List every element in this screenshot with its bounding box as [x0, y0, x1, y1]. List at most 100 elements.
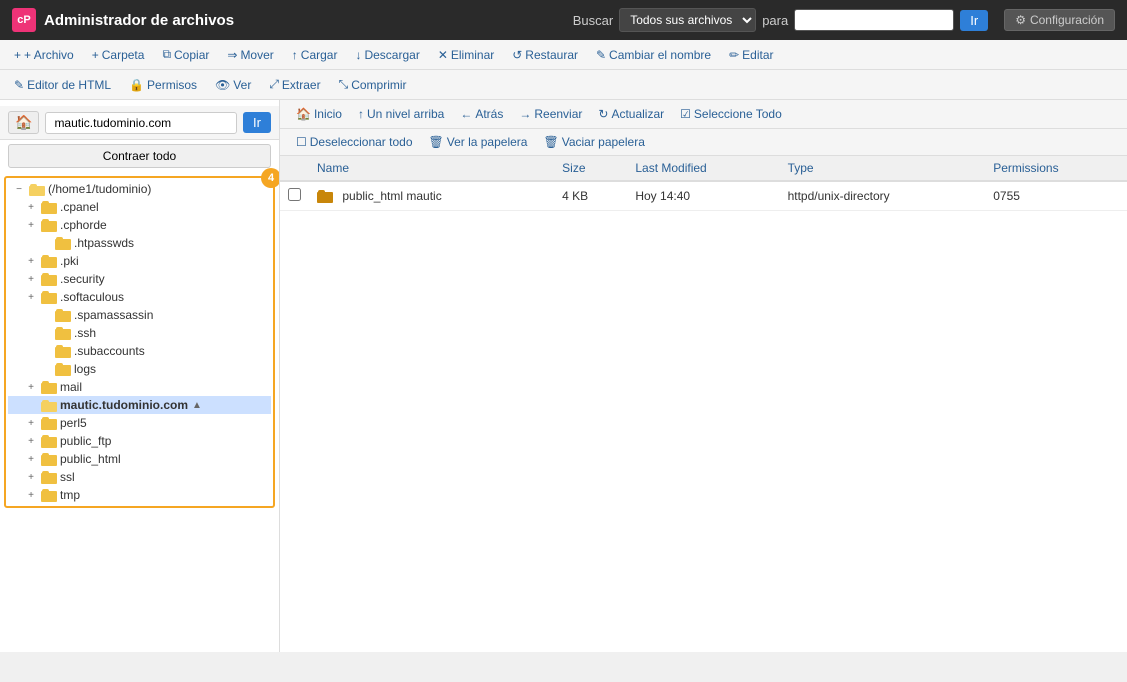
edit-icon: ✏: [729, 48, 739, 62]
folder-icon-tmp: [41, 489, 57, 502]
restaurar-button[interactable]: ↺ Restaurar: [506, 45, 584, 65]
toggle-perl5: +: [24, 418, 38, 429]
col-size[interactable]: Size: [554, 156, 627, 181]
toggle-pki: +: [24, 256, 38, 267]
file-table: Name Size Last Modified Type Permissions…: [280, 156, 1127, 211]
reenviar-button[interactable]: → Reenviar: [513, 105, 588, 123]
badge: 4: [261, 168, 280, 188]
ver-papelera-label: Ver la papelera: [447, 135, 528, 149]
tree-item-cphorde[interactable]: + .cphorde: [8, 216, 271, 234]
mover-button[interactable]: ⇒ Mover: [221, 45, 279, 65]
config-button[interactable]: ⚙ Configuración: [1004, 9, 1115, 31]
col-checkbox: [280, 156, 309, 181]
descargar-button[interactable]: ↓ Descargar: [349, 45, 425, 65]
tree-item-cpanel[interactable]: + .cpanel: [8, 198, 271, 216]
row-last-modified: Hoy 14:40: [627, 181, 779, 211]
cursor-indicator: ▲: [192, 400, 202, 411]
tree-item-logs[interactable]: logs: [8, 360, 271, 378]
tree-item-perl5[interactable]: + perl5: [8, 414, 271, 432]
extraer-button[interactable]: ⤢ Extraer: [263, 74, 326, 95]
path-go-button[interactable]: Ir: [243, 112, 271, 133]
seleccione-todo-button[interactable]: ☑ Seleccione Todo: [674, 105, 788, 123]
cambiar-nombre-label: Cambiar el nombre: [609, 48, 711, 62]
toggle-cpanel: +: [24, 202, 38, 213]
tree-item-security[interactable]: + .security: [8, 270, 271, 288]
search-input[interactable]: [794, 9, 954, 31]
archivo-button[interactable]: + + Archivo: [8, 45, 80, 65]
cp-logo: cP: [12, 8, 36, 32]
tree-item-spamassassin[interactable]: .spamassassin: [8, 306, 271, 324]
cargar-button[interactable]: ↑ Cargar: [286, 45, 344, 65]
toggle-softaculous: +: [24, 292, 38, 303]
comprimir-button[interactable]: ⤡ Comprimir: [333, 74, 413, 95]
config-label: Configuración: [1030, 13, 1104, 27]
plus-icon: +: [14, 48, 21, 62]
toolbar-row2: ✎ Editor de HTML 🔒 Permisos 👁 Ver ⤢ Extr…: [0, 70, 1127, 100]
compress-icon: ⤡: [339, 77, 349, 92]
mover-label: Mover: [240, 48, 273, 62]
search-go-button[interactable]: Ir: [960, 10, 988, 31]
tree-item-mail[interactable]: + mail: [8, 378, 271, 396]
collapse-all-button[interactable]: Contraer todo: [8, 144, 271, 168]
editar-button[interactable]: ✏ Editar: [723, 45, 779, 65]
folder-icon-security: [41, 273, 57, 286]
tree-item-ssh[interactable]: .ssh: [8, 324, 271, 342]
tree-item-mautic[interactable]: mautic.tudominio.com ▲: [8, 396, 271, 414]
un-nivel-arriba-button[interactable]: ↑ Un nivel arriba: [352, 105, 450, 123]
tree-root[interactable]: − (/home1/tudominio): [8, 180, 271, 198]
tree-item-ssl[interactable]: + ssl: [8, 468, 271, 486]
tree-item-tmp[interactable]: + tmp: [8, 486, 271, 504]
folder-icon-pki: [41, 255, 57, 268]
label-public-html: public_html: [60, 452, 121, 466]
row-checkbox-input[interactable]: [288, 188, 301, 201]
actualizar-button[interactable]: ↻ Actualizar: [592, 105, 670, 123]
tree-item-public-html[interactable]: + public_html: [8, 450, 271, 468]
descargar-label: Descargar: [364, 48, 419, 62]
eliminar-button[interactable]: ✕ Eliminar: [432, 45, 500, 65]
row-folder-icon: [317, 190, 333, 203]
inicio-button[interactable]: 🏠 Inicio: [290, 105, 348, 123]
restore-icon: ↺: [512, 48, 522, 62]
col-type[interactable]: Type: [780, 156, 986, 181]
folder-icon-ssl: [41, 471, 57, 484]
row-checkbox[interactable]: [280, 181, 309, 211]
folder-icon-logs: [55, 363, 71, 376]
carpeta-label: Carpeta: [102, 48, 145, 62]
copiar-button[interactable]: ⧉ Copiar: [156, 44, 215, 65]
cambiar-nombre-button[interactable]: ✎ Cambiar el nombre: [590, 45, 717, 65]
search-select[interactable]: Todos sus archivos: [619, 8, 756, 32]
table-header-row: Name Size Last Modified Type Permissions: [280, 156, 1127, 181]
table-row[interactable]: public_html mautic 4 KB Hoy 14:40 httpd/…: [280, 181, 1127, 211]
tree-item-htpasswds[interactable]: .htpasswds: [8, 234, 271, 252]
empty-trash-icon: 🗑: [543, 135, 558, 149]
ver-button[interactable]: 👁 Ver: [209, 75, 257, 95]
atras-button[interactable]: ← Atrás: [454, 105, 509, 123]
app-title: cP Administrador de archivos: [12, 8, 234, 32]
col-permissions[interactable]: Permissions: [985, 156, 1127, 181]
tree-item-softaculous[interactable]: + .softaculous: [8, 288, 271, 306]
row-type: httpd/unix-directory: [780, 181, 986, 211]
folder-icon-ssh: [55, 327, 71, 340]
tree-container: 4 − (/home1/tudominio) + .cpanel + .cpho…: [4, 176, 275, 508]
deselect-icon: ☐: [296, 135, 307, 149]
editor-html-button[interactable]: ✎ Editor de HTML: [8, 75, 117, 95]
permisos-button[interactable]: 🔒 Permisos: [123, 75, 203, 95]
move-icon: ⇒: [227, 48, 237, 62]
vaciar-papelera-button[interactable]: 🗑 Vaciar papelera: [537, 133, 650, 151]
carpeta-button[interactable]: + Carpeta: [86, 45, 151, 65]
tree-item-pki[interactable]: + .pki: [8, 252, 271, 270]
label-public-ftp: public_ftp: [60, 434, 111, 448]
ver-papelera-button[interactable]: 🗑 Ver la papelera: [423, 133, 534, 151]
path-input[interactable]: [45, 112, 237, 134]
col-name[interactable]: Name: [309, 156, 554, 181]
col-last-modified[interactable]: Last Modified: [627, 156, 779, 181]
tree-item-public-ftp[interactable]: + public_ftp: [8, 432, 271, 450]
home-button[interactable]: 🏠: [8, 111, 39, 134]
label-ssl: ssl: [60, 470, 75, 484]
deseleccionar-todo-button[interactable]: ☐ Deseleccionar todo: [290, 133, 419, 151]
row-size: 4 KB: [554, 181, 627, 211]
vaciar-papelera-label: Vaciar papelera: [562, 135, 645, 149]
folder-icon-mail: [41, 381, 57, 394]
tree-item-subaccounts[interactable]: .subaccounts: [8, 342, 271, 360]
label-cpanel: .cpanel: [60, 200, 99, 214]
